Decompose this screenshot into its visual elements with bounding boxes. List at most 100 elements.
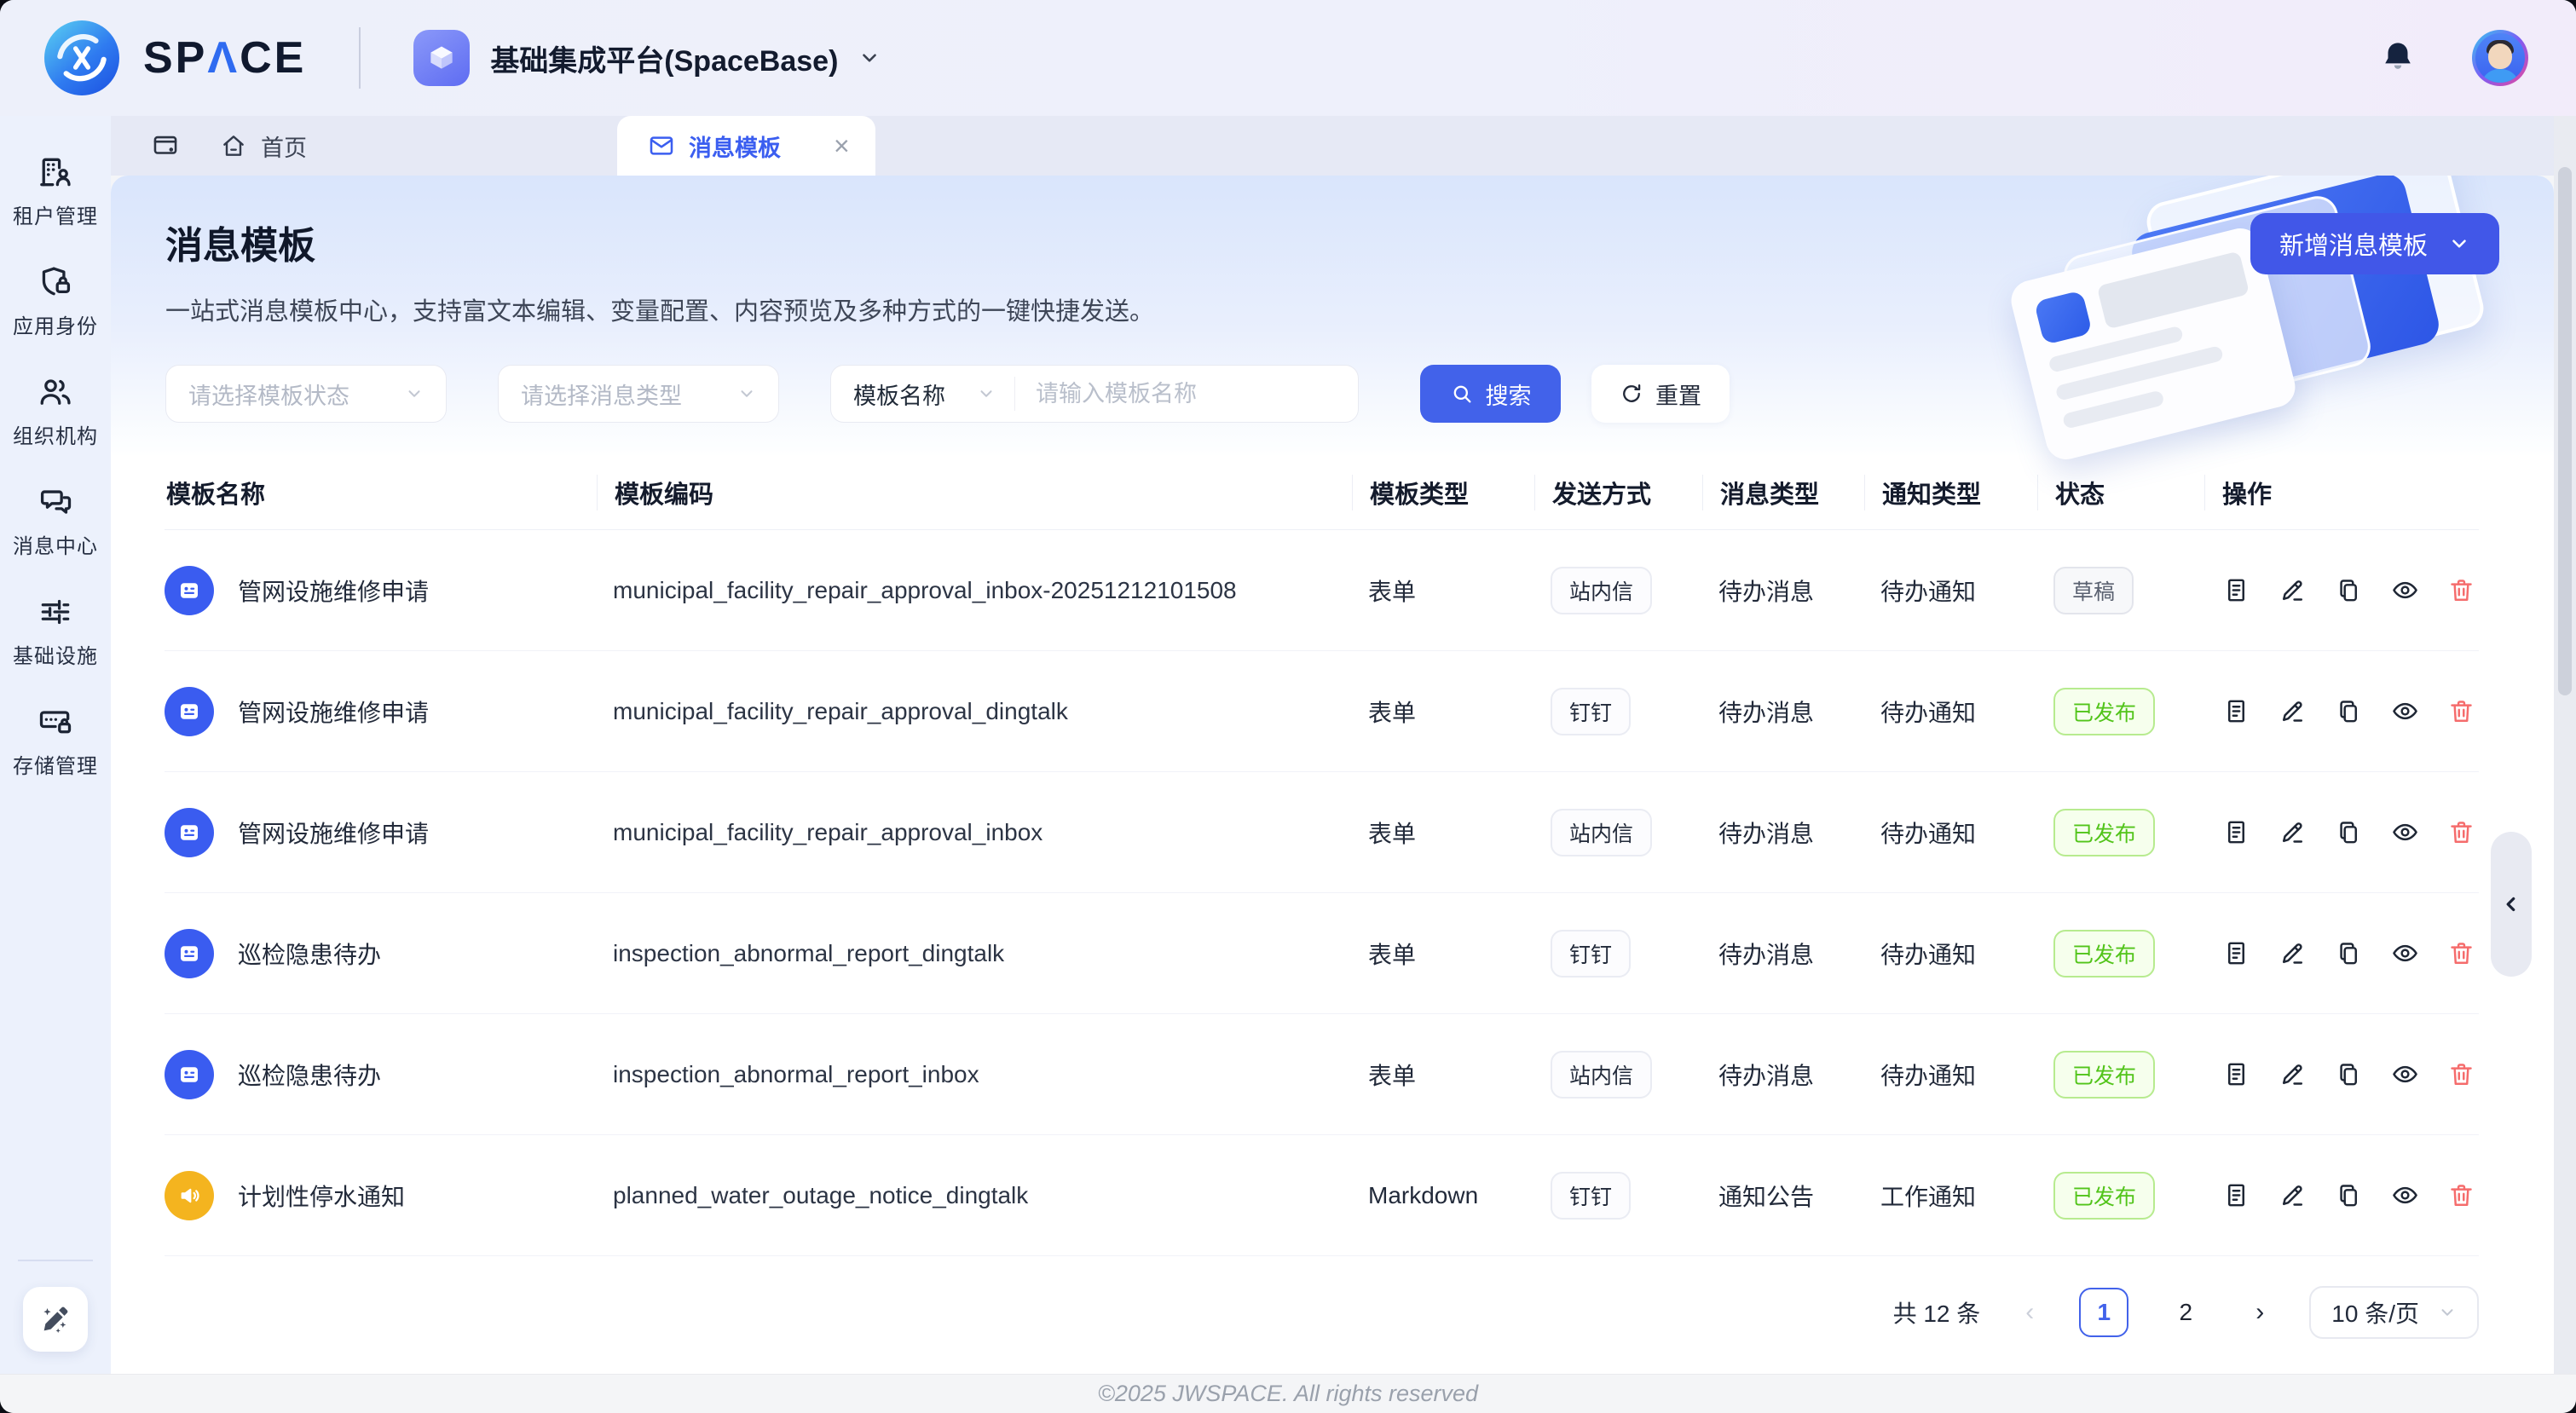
status-badge: 已发布 (2053, 809, 2155, 856)
search-button[interactable]: 搜索 (1420, 365, 1561, 423)
template-name: 巡检隐患待办 (238, 1058, 381, 1092)
scrollbar-thumb[interactable] (2558, 167, 2572, 695)
page-button-2[interactable]: 2 (2161, 1288, 2210, 1337)
edit-icon[interactable] (2277, 1180, 2307, 1211)
delete-icon[interactable] (2446, 696, 2476, 727)
delete-icon[interactable] (2446, 1180, 2476, 1211)
panel-collapse-handle[interactable] (2491, 832, 2532, 977)
edit-icon[interactable] (2277, 938, 2307, 969)
table-row: 管网设施维修申请 municipal_facility_repair_appro… (165, 530, 2479, 651)
tab-message-template[interactable]: 消息模板 × (617, 116, 875, 176)
edit-icon[interactable] (2277, 575, 2307, 606)
tab-home[interactable]: 首页 (191, 116, 336, 176)
table-row: 巡检隐患待办 inspection_abnormal_report_inbox … (165, 1014, 2479, 1135)
copy-icon[interactable] (2333, 696, 2364, 727)
template-name-input[interactable] (1015, 368, 1358, 419)
detail-icon[interactable] (2221, 575, 2251, 606)
avatar[interactable] (2472, 30, 2528, 86)
page-button-1[interactable]: 1 (2079, 1288, 2128, 1337)
template-table: 模板名称 模板编码 模板类型 发送方式 消息类型 通知类型 状态 操作 管网设施… (111, 455, 2554, 1256)
sidebar-item-tenant[interactable]: 租户管理 (0, 136, 111, 246)
chevron-down-icon (858, 47, 881, 69)
template-type: 表单 (1368, 816, 1551, 850)
search-field-select[interactable]: 模板名称 (831, 377, 1015, 411)
magic-pen-icon (38, 1302, 72, 1336)
view-icon[interactable] (2389, 1059, 2420, 1090)
sliders-icon (37, 593, 74, 631)
tab-panel-toggle[interactable] (140, 116, 191, 176)
table-row: 计划性停水通知 planned_water_outage_notice_ding… (165, 1135, 2479, 1256)
delete-icon[interactable] (2446, 575, 2476, 606)
view-icon[interactable] (2389, 1180, 2420, 1211)
delete-icon[interactable] (2446, 817, 2476, 848)
sidebar-item-organization[interactable]: 组织机构 (0, 356, 111, 466)
table-row: 管网设施维修申请 municipal_facility_repair_appro… (165, 651, 2479, 772)
chevron-down-icon (737, 384, 756, 403)
row-actions (2221, 817, 2479, 848)
detail-icon[interactable] (2221, 938, 2251, 969)
copy-icon[interactable] (2333, 1180, 2364, 1211)
notification-bell-icon[interactable] (2378, 38, 2417, 78)
message-type: 待办消息 (1718, 574, 1880, 608)
copy-icon[interactable] (2333, 575, 2364, 606)
sidebar-item-message-center[interactable]: 消息中心 (0, 466, 111, 576)
sidebar-item-identity[interactable]: 应用身份 (0, 246, 111, 356)
view-icon[interactable] (2389, 817, 2420, 848)
copy-icon[interactable] (2333, 817, 2364, 848)
row-actions (2221, 938, 2479, 969)
edit-icon[interactable] (2277, 1059, 2307, 1090)
delete-icon[interactable] (2446, 1059, 2476, 1090)
add-template-button[interactable]: 新增消息模板 (2250, 213, 2499, 274)
copy-icon[interactable] (2333, 1059, 2364, 1090)
view-icon[interactable] (2389, 938, 2420, 969)
status-badge: 已发布 (2053, 1172, 2155, 1220)
brand-wordmark: SPΛCE (143, 32, 306, 84)
next-page-button[interactable]: › (2243, 1295, 2277, 1329)
chevron-left-icon (2500, 893, 2522, 915)
tab-close-icon[interactable]: × (834, 132, 850, 159)
template-type: 表单 (1368, 574, 1551, 608)
template-status-select[interactable]: 请选择模板状态 (165, 365, 447, 423)
row-type-icon (165, 687, 214, 736)
sidebar-item-storage[interactable]: 存储管理 (0, 686, 111, 796)
detail-icon[interactable] (2221, 817, 2251, 848)
view-icon[interactable] (2389, 696, 2420, 727)
template-type: 表单 (1368, 695, 1551, 729)
shell: 租户管理 应用身份 组织机构 消息中心 基础设施 存储管理 (0, 116, 2576, 1374)
template-name: 计划性停水通知 (238, 1179, 405, 1213)
send-method-tag: 站内信 (1551, 1051, 1652, 1099)
detail-icon[interactable] (2221, 1059, 2251, 1090)
detail-icon[interactable] (2221, 696, 2251, 727)
notify-type: 待办通知 (1880, 937, 2053, 971)
message-type: 待办消息 (1718, 1058, 1880, 1092)
send-method-tag: 钉钉 (1551, 688, 1631, 735)
delete-icon[interactable] (2446, 938, 2476, 969)
detail-icon[interactable] (2221, 1180, 2251, 1211)
name-search-combo: 模板名称 (830, 365, 1359, 423)
ai-assistant-button[interactable] (23, 1287, 88, 1352)
sidebar-item-infrastructure[interactable]: 基础设施 (0, 576, 111, 686)
notify-type: 待办通知 (1880, 695, 2053, 729)
copy-icon[interactable] (2333, 938, 2364, 969)
topbar-divider (359, 27, 361, 89)
prev-page-button[interactable]: ‹ (2013, 1295, 2047, 1329)
app-name: 基础集成平台(SpaceBase) (490, 37, 838, 79)
brand-group: SPΛCE 基础集成平台(SpaceBase) (44, 20, 881, 95)
reset-button[interactable]: 重置 (1591, 365, 1730, 423)
vertical-scrollbar (2554, 116, 2576, 1374)
table-body: 管网设施维修申请 municipal_facility_repair_appro… (165, 530, 2479, 1256)
page-size-select[interactable]: 10 条/页 (2309, 1286, 2479, 1339)
row-type-icon (165, 929, 214, 978)
app-cube-icon (413, 30, 470, 86)
view-icon[interactable] (2389, 575, 2420, 606)
table-row: 管网设施维修申请 municipal_facility_repair_appro… (165, 772, 2479, 893)
pagination: 共 12 条 ‹ 1 2 › 10 条/页 (111, 1256, 2554, 1369)
search-icon (1450, 382, 1474, 406)
app-selector[interactable]: 基础集成平台(SpaceBase) (413, 30, 881, 86)
row-type-icon (165, 566, 214, 615)
tenant-icon (37, 153, 74, 191)
send-method-tag: 站内信 (1551, 567, 1652, 614)
edit-icon[interactable] (2277, 817, 2307, 848)
message-type-select[interactable]: 请选择消息类型 (498, 365, 779, 423)
edit-icon[interactable] (2277, 696, 2307, 727)
